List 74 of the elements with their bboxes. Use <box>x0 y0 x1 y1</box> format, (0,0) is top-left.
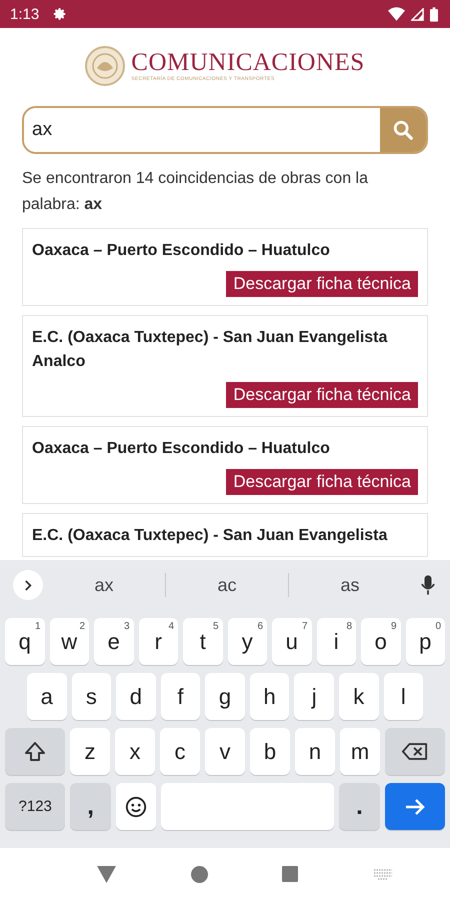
key[interactable]: m <box>340 728 380 775</box>
key-hint: 9 <box>390 621 396 632</box>
key[interactable]: s <box>72 673 112 720</box>
smiley-icon <box>124 796 147 818</box>
suggestion[interactable]: ac <box>166 574 288 596</box>
punctuation-key[interactable]: , <box>70 783 111 830</box>
key[interactable]: x <box>115 728 155 775</box>
key[interactable]: p $^{0}$ <box>406 618 445 665</box>
key[interactable]: a <box>27 673 67 720</box>
settings-icon <box>53 7 68 21</box>
search-field[interactable]: ax <box>22 106 428 154</box>
backspace-icon <box>402 742 428 761</box>
key[interactable]: h <box>250 673 290 720</box>
key[interactable]: o $^{9}$ <box>361 618 400 665</box>
key[interactable]: w $^{2}$ <box>50 618 89 665</box>
work-title: E.C. (Oaxaca Tuxtepec) - San Juan Evangelista <box>32 526 388 546</box>
work-title: Oaxaca – Puerto Escondido – Huatulco <box>32 439 331 459</box>
search-icon <box>392 119 414 141</box>
key[interactable]: g <box>205 673 245 720</box>
punctuation-key[interactable]: . <box>339 783 380 830</box>
symbols-key[interactable]: ?123 <box>5 783 66 830</box>
download-button[interactable]: Descargar ficha técnica <box>226 382 418 408</box>
key[interactable]: c <box>160 728 200 775</box>
enter-key[interactable] <box>384 783 446 830</box>
backspace-key[interactable] <box>385 728 445 775</box>
search-button[interactable] <box>380 108 426 152</box>
key-hint: 7 <box>302 621 308 632</box>
key[interactable]: i $^{8}$ <box>316 618 356 665</box>
wifi-icon <box>388 7 405 21</box>
key[interactable]: t $^{5}$ <box>183 618 222 665</box>
key[interactable]: q $^{1}$ <box>5 618 44 665</box>
key-hint: 4 <box>168 621 174 632</box>
work-title: Oaxaca – Puerto Escondido – Huatulco <box>32 241 331 261</box>
key[interactable]: e $^{3}$ <box>94 618 134 665</box>
logo-title: COMUNICACIONES <box>131 50 365 76</box>
key[interactable]: j <box>294 673 334 720</box>
key[interactable]: b <box>250 728 290 775</box>
key-hint: 1 <box>34 621 40 632</box>
download-button[interactable]: Descargar ficha técnica <box>226 469 418 495</box>
key[interactable]: v <box>205 728 245 775</box>
result-summary: Se encontraron 14 coincidencias de obras con la palabra: ax <box>22 169 369 215</box>
work-title: E.C. (Oaxaca Tuxtepec) - San Juan Evangelista Analco <box>32 328 388 372</box>
key[interactable]: y $^{6}$ <box>228 618 267 665</box>
emblem-icon <box>85 46 126 86</box>
signal-icon <box>411 8 424 20</box>
key[interactable]: k <box>338 673 378 720</box>
recents-icon[interactable] <box>282 866 298 882</box>
key-hint: 0 <box>435 621 441 632</box>
key-hint: 8 <box>346 621 352 632</box>
key[interactable]: n <box>295 728 335 775</box>
key-hint: 3 <box>124 621 130 632</box>
key[interactable]: u $^{7}$ <box>272 618 312 665</box>
key[interactable]: f <box>160 673 200 720</box>
keyboard-icon[interactable] <box>372 868 393 880</box>
shift-icon <box>23 740 47 764</box>
emoji-key[interactable] <box>116 783 156 830</box>
expand-button[interactable] <box>13 570 43 600</box>
suggestion[interactable]: ax <box>43 574 165 596</box>
key-hint: 6 <box>257 621 263 632</box>
microphone-icon[interactable] <box>421 574 435 596</box>
back-icon[interactable] <box>97 866 116 882</box>
download-button[interactable]: Descargar ficha técnica <box>226 271 418 297</box>
home-icon[interactable] <box>190 866 208 882</box>
status-time: 1:13 <box>10 6 40 22</box>
chevron-right-icon <box>24 578 32 592</box>
key-hint: 2 <box>79 621 85 632</box>
suggestion[interactable]: as <box>289 574 411 596</box>
shift-key[interactable] <box>5 728 65 775</box>
battery-icon <box>430 6 438 22</box>
key[interactable]: r $^{4}$ <box>138 618 178 665</box>
key[interactable]: d <box>116 673 156 720</box>
key[interactable]: l <box>384 673 424 720</box>
key-hint: 5 <box>212 621 218 632</box>
key[interactable]: z <box>70 728 110 775</box>
